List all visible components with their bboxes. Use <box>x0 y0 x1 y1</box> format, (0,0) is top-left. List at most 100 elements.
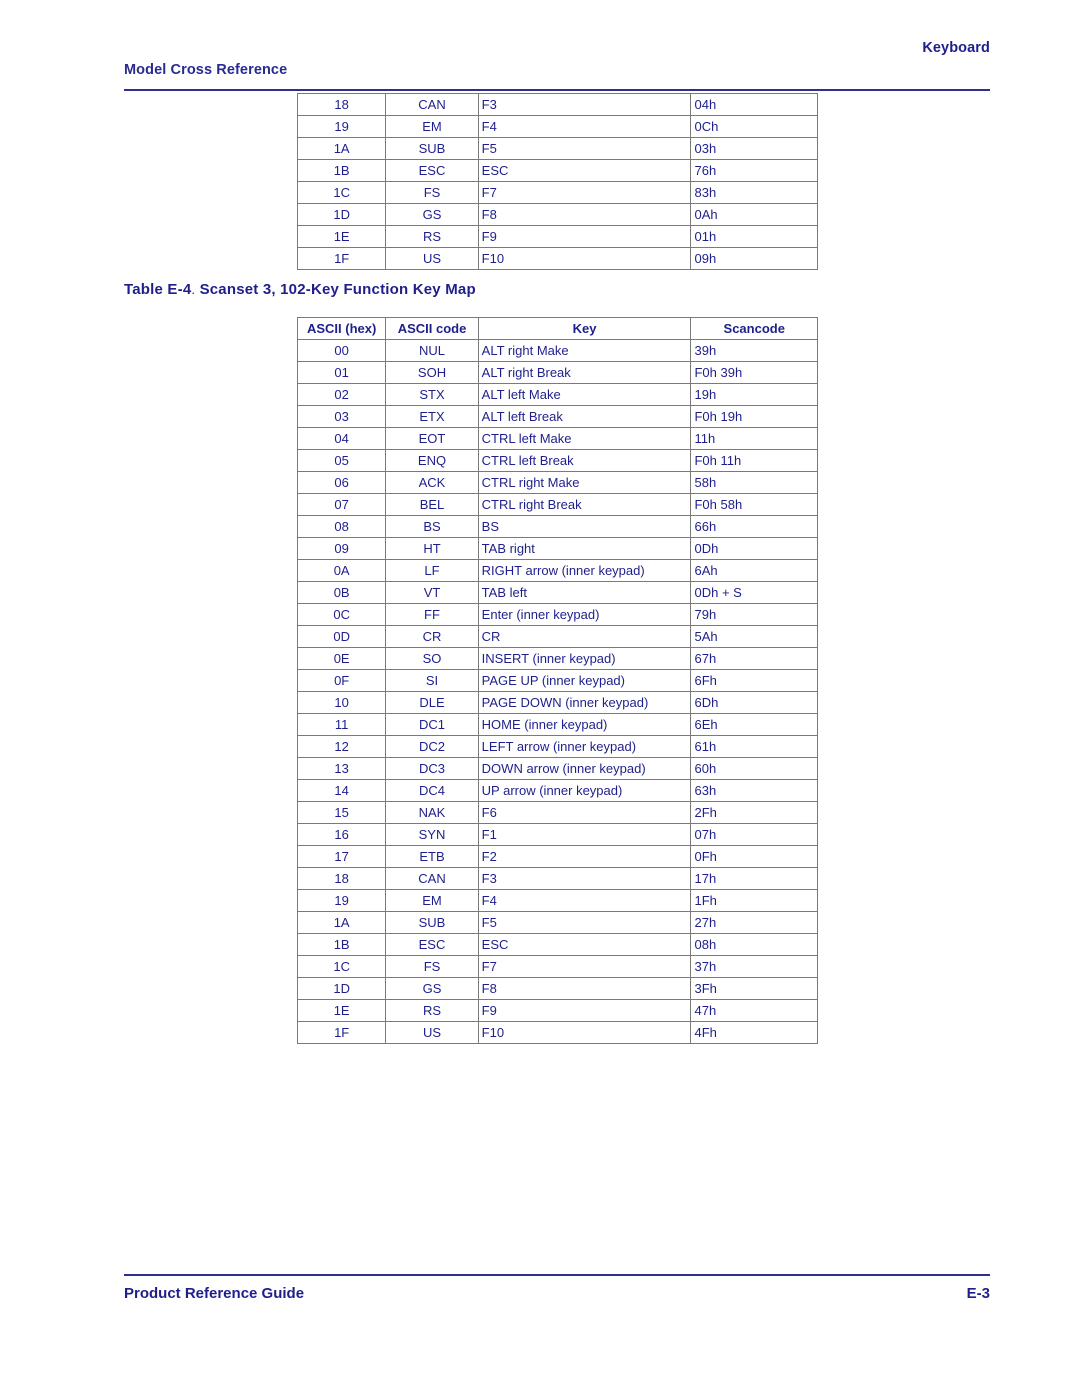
table-row: 13 DC3 DOWN arrow (inner keypad) 60h <box>296 757 818 780</box>
table-cell: EM <box>385 115 479 138</box>
table-cell: RIGHT arrow (inner keypad) <box>477 559 692 582</box>
table-cell: 16 <box>296 823 387 846</box>
table-cell: 2Fh <box>690 801 818 824</box>
table-cell: 00 <box>296 339 387 362</box>
table-cell: US <box>385 1021 479 1044</box>
table-cell: 6Dh <box>690 691 818 714</box>
table-cell: 09 <box>296 537 387 560</box>
table-cell: NAK <box>385 801 479 824</box>
table-cell: DC4 <box>385 779 479 802</box>
table-cell: FF <box>385 603 479 626</box>
table-row: 1C FS F7 37h <box>296 955 818 978</box>
table-cell: 17 <box>296 845 387 868</box>
table-cell: 0D <box>296 625 387 648</box>
table-cell: 13 <box>296 757 387 780</box>
table-row: 0B VT TAB left 0Dh + S <box>296 581 818 604</box>
table-header-row: ASCII (hex) ASCII code Key Scancode <box>296 317 818 340</box>
table-row: 00 NUL ALT right Make 39h <box>296 339 818 362</box>
table-cell: F10 <box>477 1021 692 1044</box>
table-cell: 39h <box>690 339 818 362</box>
table-cell: SUB <box>385 137 479 160</box>
table-cell: DLE <box>385 691 479 714</box>
table-cell: F3 <box>477 867 692 890</box>
table-row: 02 STX ALT left Make 19h <box>296 383 818 406</box>
table-cell: 0Ch <box>690 115 818 138</box>
table-cell: 0Dh + S <box>690 581 818 604</box>
table-row: 18 CAN F3 04h <box>296 93 818 116</box>
table-cell: 0C <box>296 603 387 626</box>
table-cell: PAGE UP (inner keypad) <box>477 669 692 692</box>
table-cell: 47h <box>690 999 818 1022</box>
table-cell: LF <box>385 559 479 582</box>
table-row: 15 NAK F6 2Fh <box>296 801 818 824</box>
table-row: 09 HT TAB right 0Dh <box>296 537 818 560</box>
table-row: 0F SI PAGE UP (inner keypad) 6Fh <box>296 669 818 692</box>
table-cell: UP arrow (inner keypad) <box>477 779 692 802</box>
table-cell: 3Fh <box>690 977 818 1000</box>
table-cell: CTRL right Make <box>477 471 692 494</box>
table-row: 07 BEL CTRL right Break F0h 58h <box>296 493 818 516</box>
table-cell: RS <box>385 999 479 1022</box>
table-cell: ESC <box>477 933 692 956</box>
table-row: 1A SUB F5 03h <box>296 137 818 160</box>
table-cell: 12 <box>296 735 387 758</box>
table-cell: SYN <box>385 823 479 846</box>
table-cell: HT <box>385 537 479 560</box>
table-cell: HOME (inner keypad) <box>477 713 692 736</box>
main-table-body: 00 NUL ALT right Make 39h 01 SOH ALT right Bre… <box>296 339 818 1044</box>
table-row: 14 DC4 UP arrow (inner keypad) 63h <box>296 779 818 802</box>
table-cell: 76h <box>690 159 818 182</box>
table-cell: ALT left Make <box>477 383 692 406</box>
table-cell: GS <box>385 203 479 226</box>
table-row: 1A SUB F5 27h <box>296 911 818 934</box>
table-cell: 04 <box>296 427 387 450</box>
table-cell: SO <box>385 647 479 670</box>
table-cell: 0F <box>296 669 387 692</box>
table-cell: US <box>385 247 479 270</box>
table-cell: F9 <box>477 225 692 248</box>
header-divider <box>124 89 990 91</box>
table-cell: 1D <box>296 203 387 226</box>
table-cell: STX <box>385 383 479 406</box>
table-cell: 6Eh <box>690 713 818 736</box>
table-cell: 1A <box>296 911 387 934</box>
table-cell: 14 <box>296 779 387 802</box>
table-cell: LEFT arrow (inner keypad) <box>477 735 692 758</box>
table-cell: BS <box>477 515 692 538</box>
table-cell: BEL <box>385 493 479 516</box>
scanset3-function-key-map-table: ASCII (hex) ASCII code Key Scancode 00 NUL AL… <box>296 317 818 1044</box>
table-cell: EOT <box>385 427 479 450</box>
table-row: 05 ENQ CTRL left Break F0h 11h <box>296 449 818 472</box>
table-cell: 05 <box>296 449 387 472</box>
table-cell: F5 <box>477 137 692 160</box>
table-cell: F8 <box>477 203 692 226</box>
table-cell: 1F <box>296 247 387 270</box>
table-row: 06 ACK CTRL right Make 58h <box>296 471 818 494</box>
table-cell: NUL <box>385 339 479 362</box>
table-cell: ALT left Break <box>477 405 692 428</box>
table-cell: VT <box>385 581 479 604</box>
table-cell: ALT right Break <box>477 361 692 384</box>
column-header-3: Key <box>477 317 692 340</box>
table-cell: 5Ah <box>690 625 818 648</box>
table-cell: F2 <box>477 845 692 868</box>
table-cell: 0Fh <box>690 845 818 868</box>
table-cell: F8 <box>477 977 692 1000</box>
table-row: 12 DC2 LEFT arrow (inner keypad) 61h <box>296 735 818 758</box>
table-cell: 03h <box>690 137 818 160</box>
table-cell: F10 <box>477 247 692 270</box>
table-cell: 1E <box>296 225 387 248</box>
table-cell: CR <box>385 625 479 648</box>
table-cell: 0Ah <box>690 203 818 226</box>
table-row: 1C FS F7 83h <box>296 181 818 204</box>
table-row: 03 ETX ALT left Break F0h 19h <box>296 405 818 428</box>
table-cell: 1D <box>296 977 387 1000</box>
table-row: 1E RS F9 47h <box>296 999 818 1022</box>
table-cell: F4 <box>477 889 692 912</box>
table-cell: GS <box>385 977 479 1000</box>
table-cell: PAGE DOWN (inner keypad) <box>477 691 692 714</box>
column-header-4: Scancode <box>690 317 818 340</box>
table-cell: 1F <box>296 1021 387 1044</box>
table-caption: Table E-4. Scanset 3, 102-Key Function K… <box>124 281 476 298</box>
table-cell: 6Ah <box>690 559 818 582</box>
